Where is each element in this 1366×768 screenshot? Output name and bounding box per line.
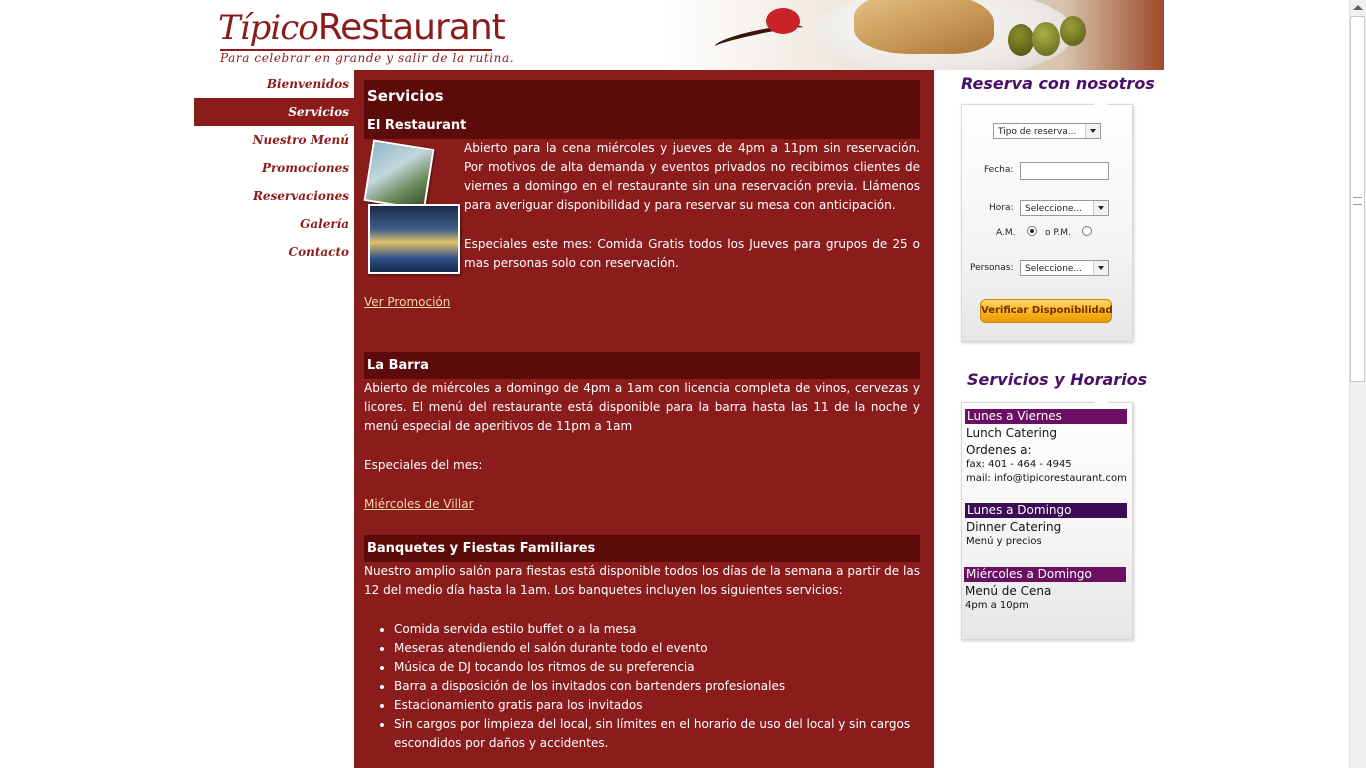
page-title: Servicios — [364, 80, 920, 112]
personas-value: Seleccione... — [1025, 264, 1083, 274]
site-header: TípicoRestaurant Para celebrar en grande… — [194, 0, 1164, 70]
hora-value: Seleccione... — [1025, 204, 1083, 214]
scroll-up-icon[interactable] — [1353, 5, 1363, 10]
grip-icon — [1353, 197, 1362, 205]
horarios-title: Servicios y Horarios — [967, 370, 1148, 389]
personas-select[interactable]: Seleccione... — [1020, 260, 1109, 276]
pm-label: o P.M. — [1045, 228, 1071, 238]
olive — [1008, 24, 1034, 56]
nav-item-servicios[interactable]: Servicios — [194, 98, 354, 126]
schedule-day-header: Miércoles a Domingo — [964, 567, 1126, 582]
ver-promocion-link[interactable]: Ver Promoción — [364, 293, 450, 312]
hora-select[interactable]: Seleccione... — [1020, 200, 1109, 216]
section-heading-restaurant: El Restaurant — [364, 112, 920, 139]
list-item: Música de DJ tocando los ritmos de su pr… — [394, 658, 924, 677]
restaurant-paragraph: Abierto para la cena miércoles y jueves … — [464, 141, 920, 212]
pm-radio[interactable] — [1082, 226, 1092, 236]
list-item: Sin cargos por limpieza del local, sin l… — [394, 715, 924, 753]
barra-paragraph: Abierto de miércoles a domingo de 4pm a … — [364, 381, 920, 433]
logo-tagline: Para celebrar en grande y salir de la ru… — [220, 51, 515, 65]
olive — [1032, 22, 1060, 56]
box-notch — [1094, 98, 1108, 105]
list-item: Meseras atendiendo el salón durante todo… — [394, 639, 924, 658]
horarios-box: Lunes a Viernes Lunch Catering Ordenes a… — [961, 396, 1133, 640]
schedule-title: Lunch Catering — [966, 426, 1058, 440]
logo-name-rest: Restaurant — [317, 7, 506, 48]
sandwich — [854, 0, 994, 54]
nav-item-nuestro-menu[interactable]: Nuestro Menú — [194, 126, 354, 154]
restaurant-photo-balloons — [363, 139, 435, 211]
tipo-reserva-value: Tipo de reserva... — [998, 127, 1077, 137]
list-item: Comida servida estilo buffet o a la mesa — [394, 620, 924, 639]
nav-item-promociones[interactable]: Promociones — [194, 154, 354, 182]
banquetes-services-list: Comida servida estilo buffet o a la mesa… — [364, 620, 924, 753]
section-heading-banquetes: Banquetes y Fiestas Familiares — [364, 535, 920, 562]
restaurant-photo-salon — [368, 204, 460, 274]
strawberry — [766, 8, 800, 34]
logo-name-italic: Típico — [218, 8, 319, 48]
fecha-field[interactable] — [1020, 162, 1109, 180]
schedule-day-header: Lunes a Viernes — [965, 409, 1127, 424]
nav-item-reservaciones[interactable]: Reservaciones — [194, 182, 354, 210]
nav-item-bienvenidos[interactable]: Bienvenidos — [194, 70, 354, 98]
logo-title: TípicoRestaurant — [218, 6, 506, 50]
verificar-disponibilidad-button[interactable]: Verificar Disponibilidad — [980, 299, 1113, 323]
left-nav: Bienvenidos Servicios Nuestro Menú Promo… — [194, 70, 354, 266]
personas-label: Personas: — [970, 263, 1014, 273]
reserva-form: Tipo de reserva... Fecha: Hora: Seleccio… — [961, 98, 1133, 342]
am-radio[interactable] — [1027, 226, 1037, 236]
miercoles-de-villar-link[interactable]: Miércoles de Villar — [364, 495, 474, 514]
hora-label: Hora: — [989, 203, 1014, 213]
site-logo[interactable]: TípicoRestaurant Para celebrar en grande… — [218, 6, 514, 65]
schedule-title: Dinner Catering — [966, 520, 1062, 534]
list-item: Estacionamiento gratis para los invitado… — [394, 696, 924, 715]
barra-specials-label: Especiales del mes: — [364, 458, 483, 472]
schedule-line: 4pm a 10pm — [965, 600, 1029, 611]
reserva-title: Reserva con nosotros — [961, 74, 1155, 93]
box-notch — [1094, 396, 1108, 403]
am-label: A.M. — [996, 228, 1016, 238]
schedule-line: Ordenes a: — [966, 443, 1032, 457]
tipo-reserva-select[interactable]: Tipo de reserva... — [993, 123, 1101, 139]
chevron-down-icon — [1093, 261, 1108, 275]
schedule-line: Menú y precios — [966, 536, 1042, 547]
schedule-day-header: Lunes a Domingo — [965, 503, 1127, 518]
schedule-mail: mail: info@tipicorestaurant.com — [966, 473, 1127, 484]
page-wrapper: TípicoRestaurant Para celebrar en grande… — [194, 0, 1164, 768]
main-content: Servicios El Restaurant Abierto para la … — [354, 70, 934, 768]
olive — [1060, 16, 1086, 46]
schedule-title: Menú de Cena — [965, 584, 1052, 598]
restaurant-specials: Especiales este mes: Comida Gratis todos… — [464, 237, 920, 270]
nav-item-galeria[interactable]: Galería — [194, 210, 354, 238]
chevron-down-icon — [1093, 201, 1108, 215]
fecha-label: Fecha: — [984, 165, 1014, 175]
chevron-down-icon — [1085, 124, 1100, 138]
list-item: Barra a disposición de los invitados con… — [394, 677, 924, 696]
banquetes-paragraph: Nuestro amplio salón para fiestas está d… — [364, 564, 920, 597]
section-heading-barra: La Barra — [364, 352, 920, 379]
header-food-photo — [664, 0, 1164, 70]
nav-item-contacto[interactable]: Contacto — [194, 238, 354, 266]
schedule-fax: fax: 401 - 464 - 4945 — [966, 459, 1072, 470]
